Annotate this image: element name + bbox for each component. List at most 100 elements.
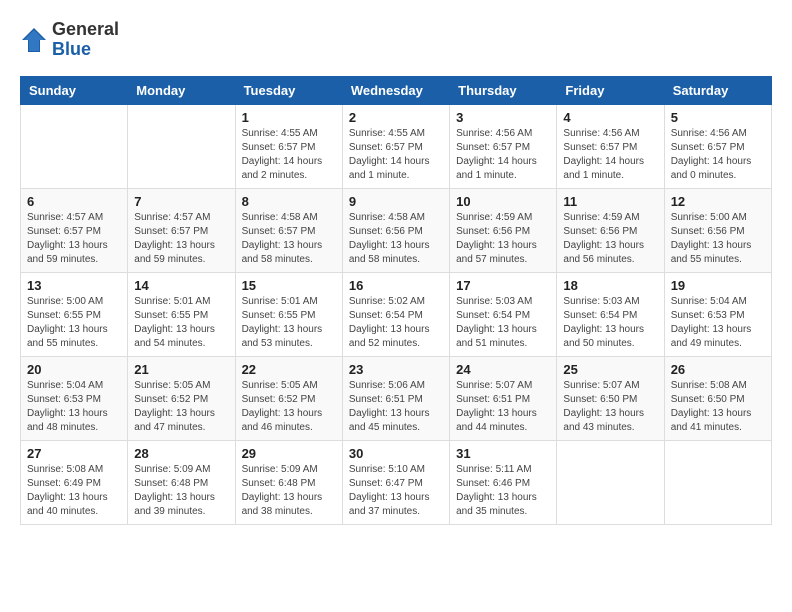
calendar-day-4: 4 Sunrise: 4:56 AMSunset: 6:57 PMDaylight… <box>557 104 664 188</box>
logo-blue: Blue <box>52 40 119 60</box>
day-number: 31 <box>456 446 550 461</box>
day-number: 11 <box>563 194 657 209</box>
day-info: Sunrise: 5:00 AMSunset: 6:56 PMDaylight:… <box>671 211 765 267</box>
day-info: Sunrise: 5:01 AMSunset: 6:55 PMDaylight:… <box>134 295 228 351</box>
calendar-day-14: 14 Sunrise: 5:01 AMSunset: 6:55 PMDayligh… <box>128 272 235 356</box>
calendar-day-9: 9Sunrise: 4:58 AMSunset: 6:56 PMDaylight… <box>342 188 449 272</box>
calendar-day-21: 21Sunrise: 5:05 AMSunset: 6:52 PMDayligh… <box>128 356 235 440</box>
calendar-day-7: 7Sunrise: 4:57 AMSunset: 6:57 PMDaylight… <box>128 188 235 272</box>
calendar-day-5: 5 Sunrise: 4:56 AMSunset: 6:57 PMDaylight… <box>664 104 771 188</box>
calendar-table: SundayMondayTuesdayWednesdayThursdayFrid… <box>20 76 772 525</box>
empty-cell <box>128 104 235 188</box>
calendar-day-20: 20 Sunrise: 5:04 AMSunset: 6:53 PMDayligh… <box>21 356 128 440</box>
day-info: Sunrise: 4:55 AMSunset: 6:57 PMDaylight:… <box>349 127 443 183</box>
day-number: 15 <box>242 278 336 293</box>
day-number: 5 <box>671 110 765 125</box>
empty-cell <box>557 440 664 524</box>
day-number: 20 <box>27 362 121 377</box>
logo-text: General Blue <box>52 20 119 60</box>
day-info: Sunrise: 5:03 AMSunset: 6:54 PMDaylight:… <box>456 295 550 351</box>
calendar-day-11: 11Sunrise: 4:59 AMSunset: 6:56 PMDayligh… <box>557 188 664 272</box>
calendar-day-23: 23Sunrise: 5:06 AMSunset: 6:51 PMDayligh… <box>342 356 449 440</box>
calendar-day-16: 16 Sunrise: 5:02 AMSunset: 6:54 PMDayligh… <box>342 272 449 356</box>
calendar-day-29: 29 Sunrise: 5:09 AMSunset: 6:48 PMDayligh… <box>235 440 342 524</box>
calendar-day-15: 15Sunrise: 5:01 AMSunset: 6:55 PMDayligh… <box>235 272 342 356</box>
day-number: 23 <box>349 362 443 377</box>
weekday-header-monday: Monday <box>128 76 235 104</box>
calendar-day-19: 19 Sunrise: 5:04 AMSunset: 6:53 PMDayligh… <box>664 272 771 356</box>
day-info: Sunrise: 5:03 AMSunset: 6:54 PMDaylight:… <box>563 295 657 351</box>
logo-general: General <box>52 20 119 40</box>
calendar-day-6: 6 Sunrise: 4:57 AMSunset: 6:57 PMDaylight… <box>21 188 128 272</box>
day-number: 2 <box>349 110 443 125</box>
calendar-day-3: 3 Sunrise: 4:56 AMSunset: 6:57 PMDaylight… <box>450 104 557 188</box>
day-info: Sunrise: 4:58 AMSunset: 6:57 PMDaylight:… <box>242 211 336 267</box>
logo: General Blue <box>20 20 119 60</box>
day-number: 6 <box>27 194 121 209</box>
calendar-week-2: 6 Sunrise: 4:57 AMSunset: 6:57 PMDaylight… <box>21 188 772 272</box>
day-info: Sunrise: 4:58 AMSunset: 6:56 PMDaylight:… <box>349 211 443 267</box>
day-number: 18 <box>563 278 657 293</box>
day-number: 19 <box>671 278 765 293</box>
day-info: Sunrise: 5:08 AMSunset: 6:49 PMDaylight:… <box>27 463 121 519</box>
day-number: 13 <box>27 278 121 293</box>
calendar-week-3: 13 Sunrise: 5:00 AMSunset: 6:55 PMDayligh… <box>21 272 772 356</box>
day-info: Sunrise: 5:08 AMSunset: 6:50 PMDaylight:… <box>671 379 765 435</box>
day-number: 8 <box>242 194 336 209</box>
calendar-day-25: 25Sunrise: 5:07 AMSunset: 6:50 PMDayligh… <box>557 356 664 440</box>
day-info: Sunrise: 5:00 AMSunset: 6:55 PMDaylight:… <box>27 295 121 351</box>
day-number: 21 <box>134 362 228 377</box>
day-info: Sunrise: 4:56 AMSunset: 6:57 PMDaylight:… <box>456 127 550 183</box>
calendar-day-26: 26Sunrise: 5:08 AMSunset: 6:50 PMDayligh… <box>664 356 771 440</box>
calendar-day-17: 17 Sunrise: 5:03 AMSunset: 6:54 PMDayligh… <box>450 272 557 356</box>
day-info: Sunrise: 4:59 AMSunset: 6:56 PMDaylight:… <box>456 211 550 267</box>
calendar-day-1: 1 Sunrise: 4:55 AMSunset: 6:57 PMDaylight… <box>235 104 342 188</box>
day-info: Sunrise: 5:05 AMSunset: 6:52 PMDaylight:… <box>242 379 336 435</box>
calendar-day-2: 2 Sunrise: 4:55 AMSunset: 6:57 PMDaylight… <box>342 104 449 188</box>
calendar-day-27: 27 Sunrise: 5:08 AMSunset: 6:49 PMDayligh… <box>21 440 128 524</box>
day-info: Sunrise: 4:56 AMSunset: 6:57 PMDaylight:… <box>671 127 765 183</box>
weekday-header-friday: Friday <box>557 76 664 104</box>
calendar-week-5: 27 Sunrise: 5:08 AMSunset: 6:49 PMDayligh… <box>21 440 772 524</box>
day-info: Sunrise: 5:04 AMSunset: 6:53 PMDaylight:… <box>27 379 121 435</box>
calendar-day-22: 22 Sunrise: 5:05 AMSunset: 6:52 PMDayligh… <box>235 356 342 440</box>
day-number: 1 <box>242 110 336 125</box>
calendar-day-8: 8 Sunrise: 4:58 AMSunset: 6:57 PMDaylight… <box>235 188 342 272</box>
day-number: 10 <box>456 194 550 209</box>
day-number: 4 <box>563 110 657 125</box>
weekday-header-wednesday: Wednesday <box>342 76 449 104</box>
day-info: Sunrise: 5:07 AMSunset: 6:51 PMDaylight:… <box>456 379 550 435</box>
calendar-week-4: 20 Sunrise: 5:04 AMSunset: 6:53 PMDayligh… <box>21 356 772 440</box>
calendar-day-10: 10 Sunrise: 4:59 AMSunset: 6:56 PMDayligh… <box>450 188 557 272</box>
day-info: Sunrise: 4:57 AMSunset: 6:57 PMDaylight:… <box>27 211 121 267</box>
day-number: 3 <box>456 110 550 125</box>
day-number: 29 <box>242 446 336 461</box>
weekday-header-saturday: Saturday <box>664 76 771 104</box>
day-number: 24 <box>456 362 550 377</box>
day-number: 22 <box>242 362 336 377</box>
day-info: Sunrise: 5:04 AMSunset: 6:53 PMDaylight:… <box>671 295 765 351</box>
weekday-header-sunday: Sunday <box>21 76 128 104</box>
calendar-day-31: 31 Sunrise: 5:11 AMSunset: 6:46 PMDayligh… <box>450 440 557 524</box>
day-info: Sunrise: 5:09 AMSunset: 6:48 PMDaylight:… <box>242 463 336 519</box>
day-info: Sunrise: 5:02 AMSunset: 6:54 PMDaylight:… <box>349 295 443 351</box>
day-info: Sunrise: 5:10 AMSunset: 6:47 PMDaylight:… <box>349 463 443 519</box>
day-info: Sunrise: 4:56 AMSunset: 6:57 PMDaylight:… <box>563 127 657 183</box>
page-header: General Blue <box>20 20 772 60</box>
day-info: Sunrise: 4:55 AMSunset: 6:57 PMDaylight:… <box>242 127 336 183</box>
weekday-header-thursday: Thursday <box>450 76 557 104</box>
day-number: 16 <box>349 278 443 293</box>
calendar-day-12: 12Sunrise: 5:00 AMSunset: 6:56 PMDayligh… <box>664 188 771 272</box>
calendar-day-30: 30 Sunrise: 5:10 AMSunset: 6:47 PMDayligh… <box>342 440 449 524</box>
empty-cell <box>664 440 771 524</box>
day-number: 30 <box>349 446 443 461</box>
day-number: 14 <box>134 278 228 293</box>
weekday-header-tuesday: Tuesday <box>235 76 342 104</box>
day-number: 27 <box>27 446 121 461</box>
day-number: 7 <box>134 194 228 209</box>
day-info: Sunrise: 5:11 AMSunset: 6:46 PMDaylight:… <box>456 463 550 519</box>
calendar-day-18: 18 Sunrise: 5:03 AMSunset: 6:54 PMDayligh… <box>557 272 664 356</box>
day-info: Sunrise: 5:07 AMSunset: 6:50 PMDaylight:… <box>563 379 657 435</box>
calendar-day-24: 24 Sunrise: 5:07 AMSunset: 6:51 PMDayligh… <box>450 356 557 440</box>
day-number: 17 <box>456 278 550 293</box>
